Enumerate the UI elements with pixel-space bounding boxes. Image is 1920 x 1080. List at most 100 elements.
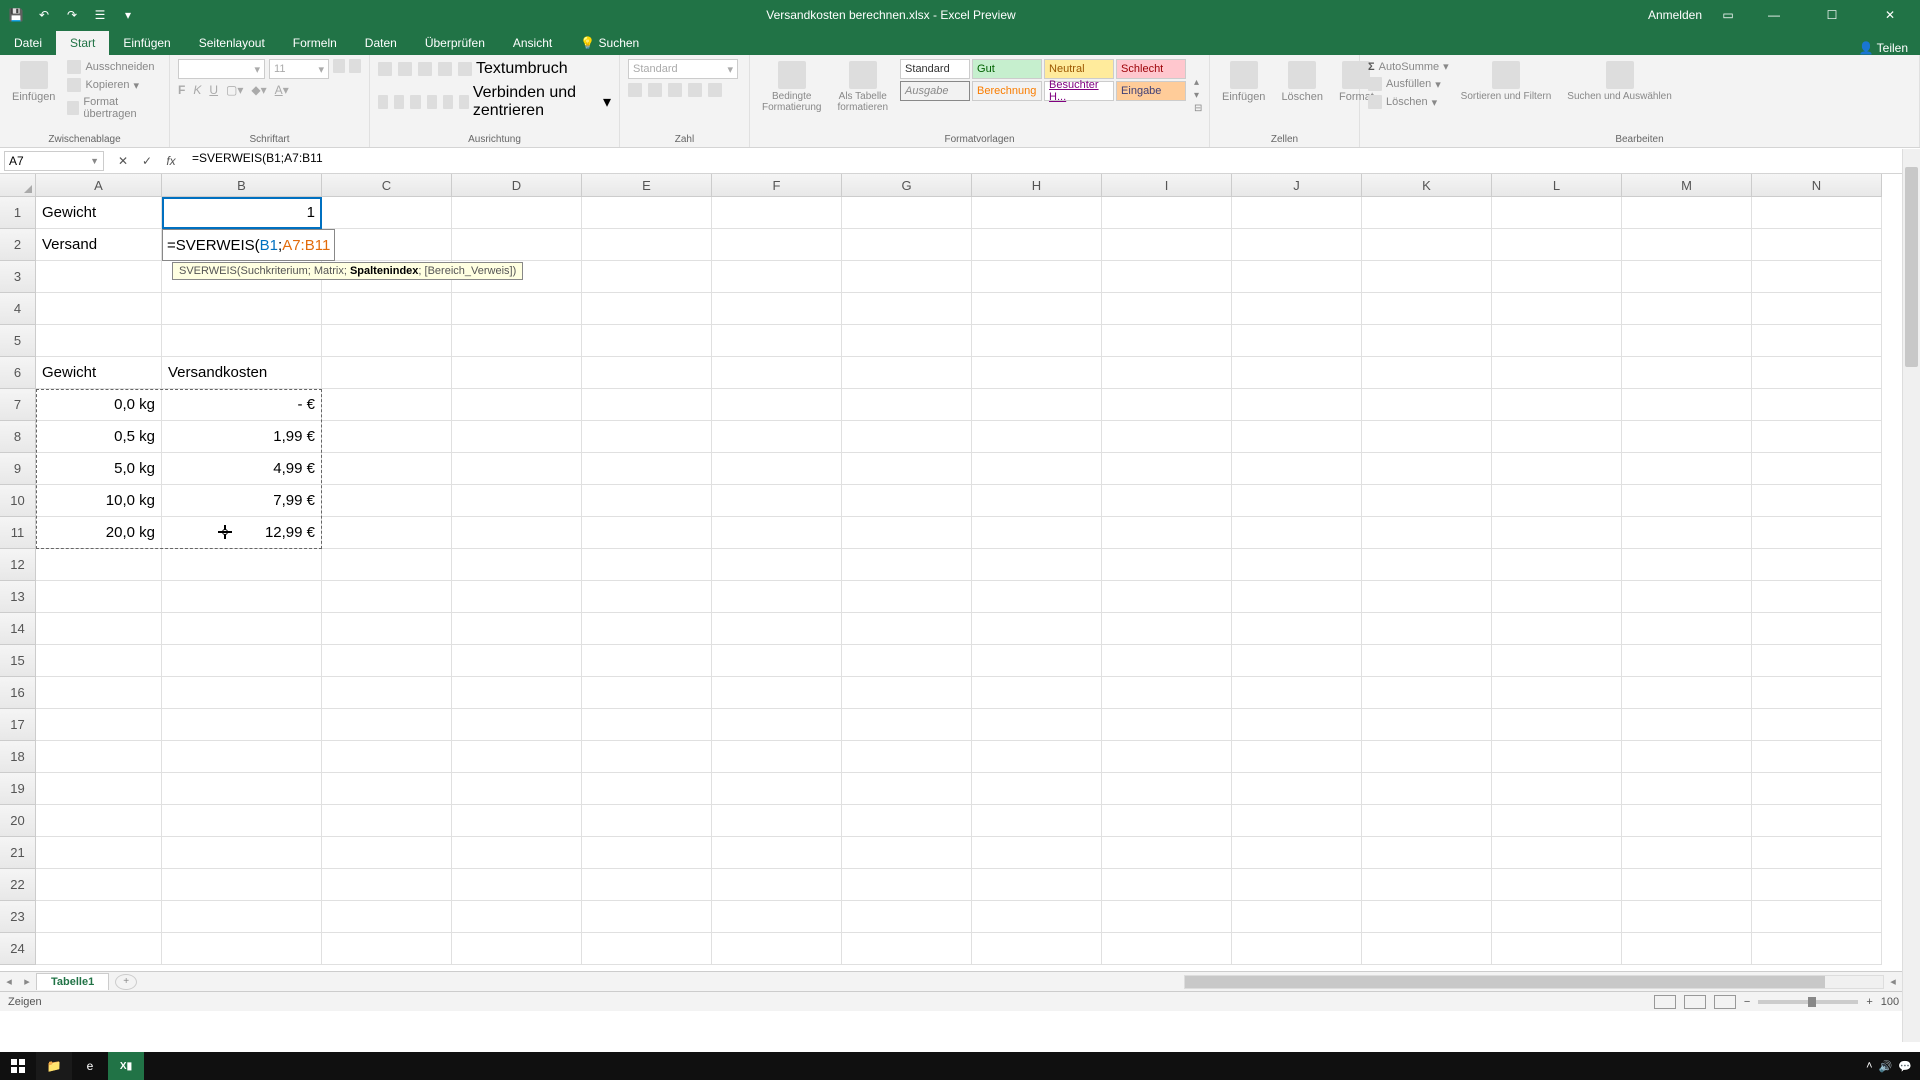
cell-H18[interactable] <box>972 741 1102 773</box>
cell-G14[interactable] <box>842 613 972 645</box>
cell-H2[interactable] <box>972 229 1102 261</box>
tab-seitenlayout[interactable]: Seitenlayout <box>185 31 279 55</box>
cell-M4[interactable] <box>1622 293 1752 325</box>
increase-font-icon[interactable] <box>333 59 345 73</box>
cell-N17[interactable] <box>1752 709 1882 741</box>
cell-E11[interactable] <box>582 517 712 549</box>
cell-F17[interactable] <box>712 709 842 741</box>
cell-C4[interactable] <box>322 293 452 325</box>
cell-N13[interactable] <box>1752 581 1882 613</box>
cell-F11[interactable] <box>712 517 842 549</box>
cell-E21[interactable] <box>582 837 712 869</box>
tray-chevron-icon[interactable]: ˄ <box>1866 1060 1872 1072</box>
cell-J14[interactable] <box>1232 613 1362 645</box>
cell-H24[interactable] <box>972 933 1102 965</box>
cell-B23[interactable] <box>162 901 322 933</box>
cell-M13[interactable] <box>1622 581 1752 613</box>
cell-L19[interactable] <box>1492 773 1622 805</box>
cell-D8[interactable] <box>452 421 582 453</box>
cell-E23[interactable] <box>582 901 712 933</box>
cell-I21[interactable] <box>1102 837 1232 869</box>
cell-G23[interactable] <box>842 901 972 933</box>
cell-K4[interactable] <box>1362 293 1492 325</box>
cell-D7[interactable] <box>452 389 582 421</box>
save-icon[interactable]: 💾 <box>8 7 24 23</box>
cell-J18[interactable] <box>1232 741 1362 773</box>
row-header-17[interactable]: 17 <box>0 709 36 741</box>
editing-cell-b2[interactable]: =SVERWEIS(B1;A7:B11 <box>162 229 335 261</box>
horizontal-scrollbar[interactable] <box>1184 975 1884 989</box>
cell-G24[interactable] <box>842 933 972 965</box>
cell-D19[interactable] <box>452 773 582 805</box>
cell-M21[interactable] <box>1622 837 1752 869</box>
cell-M23[interactable] <box>1622 901 1752 933</box>
align-center-icon[interactable] <box>394 95 404 109</box>
tab-ansicht[interactable]: Ansicht <box>499 31 566 55</box>
row-header-13[interactable]: 13 <box>0 581 36 613</box>
start-button[interactable] <box>0 1052 36 1080</box>
cell-F7[interactable] <box>712 389 842 421</box>
cell-I9[interactable] <box>1102 453 1232 485</box>
cell-J20[interactable] <box>1232 805 1362 837</box>
cell-N5[interactable] <box>1752 325 1882 357</box>
cell-G6[interactable] <box>842 357 972 389</box>
cell-G12[interactable] <box>842 549 972 581</box>
cell-F10[interactable] <box>712 485 842 517</box>
undo-icon[interactable]: ↶ <box>36 7 52 23</box>
cell-J6[interactable] <box>1232 357 1362 389</box>
cell-L13[interactable] <box>1492 581 1622 613</box>
cell-A5[interactable] <box>36 325 162 357</box>
sheet-tab-tabelle1[interactable]: Tabelle1 <box>36 973 109 990</box>
row-header-10[interactable]: 10 <box>0 485 36 517</box>
sheet-nav-first-icon[interactable]: ◂ <box>0 975 18 988</box>
cell-A17[interactable] <box>36 709 162 741</box>
column-header-A[interactable]: A <box>36 174 162 197</box>
cell-J4[interactable] <box>1232 293 1362 325</box>
cell-D23[interactable] <box>452 901 582 933</box>
sort-filter-button[interactable]: Sortieren und Filtern <box>1457 59 1556 132</box>
cell-M9[interactable] <box>1622 453 1752 485</box>
column-header-G[interactable]: G <box>842 174 972 197</box>
row-header-19[interactable]: 19 <box>0 773 36 805</box>
cell-I11[interactable] <box>1102 517 1232 549</box>
cell-E16[interactable] <box>582 677 712 709</box>
cell-A15[interactable] <box>36 645 162 677</box>
cell-C13[interactable] <box>322 581 452 613</box>
row-header-1[interactable]: 1 <box>0 197 36 229</box>
cell-C9[interactable] <box>322 453 452 485</box>
column-header-K[interactable]: K <box>1362 174 1492 197</box>
cell-style-neutral[interactable]: Neutral <box>1044 59 1114 79</box>
cell-B20[interactable] <box>162 805 322 837</box>
cell-F19[interactable] <box>712 773 842 805</box>
cell-F6[interactable] <box>712 357 842 389</box>
cell-L7[interactable] <box>1492 389 1622 421</box>
cell-C1[interactable] <box>322 197 452 229</box>
copy-button[interactable]: Kopieren ▾ <box>67 77 161 93</box>
cell-H4[interactable] <box>972 293 1102 325</box>
qat-customize-icon[interactable]: ▾ <box>120 7 136 23</box>
cell-B11[interactable]: 12,99 € <box>162 517 322 549</box>
number-format-combo[interactable]: Standard▾ <box>628 59 738 79</box>
cell-M7[interactable] <box>1622 389 1752 421</box>
cell-style-ausgabe[interactable]: Ausgabe <box>900 81 970 101</box>
row-header-22[interactable]: 22 <box>0 869 36 901</box>
cell-I23[interactable] <box>1102 901 1232 933</box>
cell-D24[interactable] <box>452 933 582 965</box>
cell-G8[interactable] <box>842 421 972 453</box>
cell-B13[interactable] <box>162 581 322 613</box>
cell-N9[interactable] <box>1752 453 1882 485</box>
cell-G1[interactable] <box>842 197 972 229</box>
cell-N19[interactable] <box>1752 773 1882 805</box>
cell-I10[interactable] <box>1102 485 1232 517</box>
cell-E2[interactable] <box>582 229 712 261</box>
column-header-L[interactable]: L <box>1492 174 1622 197</box>
cell-M5[interactable] <box>1622 325 1752 357</box>
cell-H20[interactable] <box>972 805 1102 837</box>
cell-B9[interactable]: 4,99 € <box>162 453 322 485</box>
cell-I6[interactable] <box>1102 357 1232 389</box>
tab-einfugen[interactable]: Einfügen <box>109 31 184 55</box>
comma-icon[interactable] <box>668 83 682 97</box>
cut-button[interactable]: Ausschneiden <box>67 59 161 75</box>
cell-style-besucht[interactable]: Besuchter H... <box>1044 81 1114 101</box>
cell-C18[interactable] <box>322 741 452 773</box>
